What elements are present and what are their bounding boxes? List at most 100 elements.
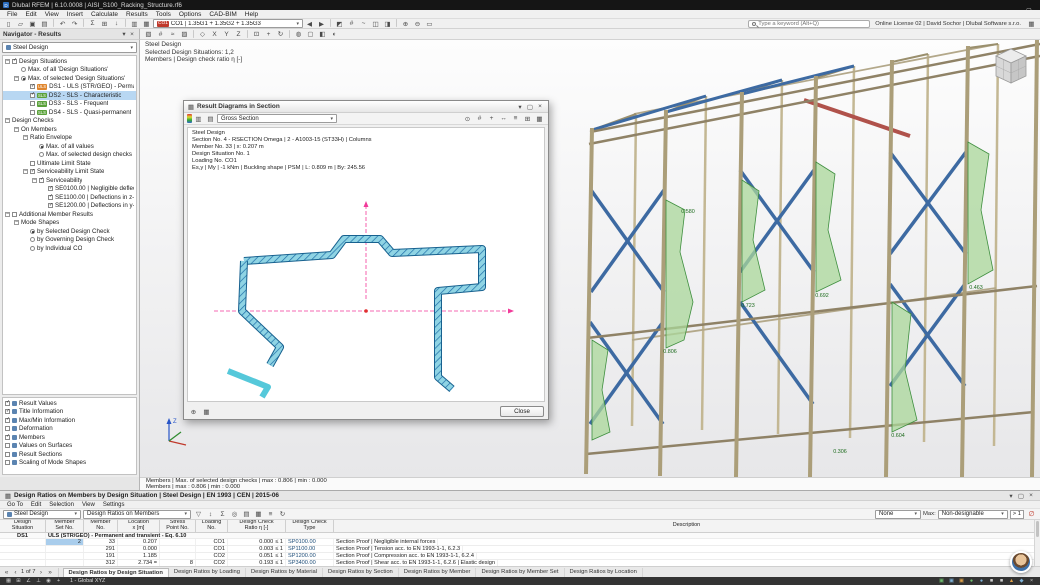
tables-toggle-icon[interactable]: ▦	[141, 19, 152, 28]
isometric-view-icon[interactable]: ◇	[197, 30, 208, 39]
next-loading-icon[interactable]: ▶	[316, 19, 327, 28]
table-column-header[interactable]: Location x [m]	[118, 520, 160, 533]
checkbox-icon[interactable]	[48, 195, 53, 200]
menu-item[interactable]: Help	[241, 11, 262, 18]
table-column-header[interactable]: Loading No.	[196, 520, 228, 533]
model-viewport[interactable]: Steel DesignSelected Design Situations: …	[140, 40, 1040, 477]
table-find-icon[interactable]: ◎	[229, 510, 240, 519]
view-toolbar-icon[interactable]	[247, 30, 248, 38]
menu-item[interactable]: Insert	[63, 11, 87, 18]
view-toolbar-icon[interactable]	[193, 30, 194, 38]
zoom-fit-icon[interactable]: ▭	[424, 19, 435, 28]
next-page-icon[interactable]: ›	[38, 568, 45, 577]
tree-item[interactable]: − Design Checks	[3, 117, 136, 126]
table-view-tab[interactable]: Design Ratios by Location	[565, 568, 643, 577]
checkbox-icon[interactable]	[30, 169, 35, 174]
expander-icon[interactable]: −	[5, 59, 10, 64]
open-file-icon[interactable]: ▱	[15, 19, 26, 28]
zoom-section-icon[interactable]: ⊕	[188, 407, 199, 416]
zoom-window-icon[interactable]: ⊡	[251, 30, 262, 39]
guidelines-icon[interactable]: +	[54, 578, 63, 585]
tree-item[interactable]: − Serviceability Limit State	[3, 168, 136, 177]
section-info-icon[interactable]: ≡	[510, 114, 521, 123]
table-row[interactable]: 291 0.000 CO1 0.003≤ 1 SP1100.00 Section…	[0, 546, 1040, 553]
save-icon[interactable]: ▣	[27, 19, 38, 28]
checkbox-icon[interactable]	[5, 435, 10, 440]
status-ok-icon[interactable]: ▣	[937, 578, 946, 585]
display-option-item[interactable]: Max/Min Information	[3, 416, 136, 425]
expander-icon[interactable]: −	[5, 212, 10, 217]
table-view-tab[interactable]: Design Ratios by Member Set	[476, 568, 564, 577]
stress-points-icon[interactable]: ⊙	[462, 114, 473, 123]
expander-icon[interactable]: −	[14, 127, 19, 132]
result-values-icon[interactable]: #	[346, 19, 357, 28]
new-model-icon[interactable]: ▯	[3, 19, 14, 28]
clipping-box-icon[interactable]: ▢	[305, 30, 316, 39]
menu-item[interactable]: Edit	[21, 11, 40, 18]
tree-item[interactable]: − Max. of selected 'Design Situations'	[3, 74, 136, 83]
table-row[interactable]: 2 33 0.207 CO1 0.000≤ 1 SP0100.00 Sectio…	[0, 539, 1040, 546]
menu-item[interactable]: CAD-BIM	[205, 11, 240, 18]
table-column-header[interactable]: Member Set No.	[46, 520, 84, 533]
status-box1-icon[interactable]: ■	[987, 578, 996, 585]
table-row[interactable]: 191 1.185 CO2 0.051≤ 1 SP1200.00 Section…	[0, 553, 1040, 560]
checkbox-icon[interactable]	[48, 203, 53, 208]
table-sort-icon[interactable]: ↕	[205, 510, 216, 519]
undo-icon[interactable]: ↶	[57, 19, 68, 28]
toolbar-icon[interactable]	[330, 19, 331, 27]
result-scale-icon[interactable]	[187, 114, 192, 123]
panel-menu-item[interactable]: Settings	[99, 502, 129, 508]
panel-menu-item[interactable]: Selection	[45, 502, 78, 508]
panel-dock-icon[interactable]: ▾	[1006, 491, 1016, 500]
panel-float-icon[interactable]: ▢	[1016, 491, 1026, 500]
load-combination-combo[interactable]: CO1 CO1 | 1.35G1 + 1.35G2 + 1.35G3	[153, 19, 303, 28]
tree-item[interactable]: − Serviceability	[3, 176, 136, 185]
expander-icon[interactable]: −	[23, 135, 28, 140]
checkbox-icon[interactable]	[30, 93, 35, 98]
checkbox-icon[interactable]	[5, 452, 10, 457]
mesh-icon[interactable]: ⊞	[99, 19, 110, 28]
expander-icon[interactable]: −	[23, 169, 28, 174]
navigation-cube[interactable]	[988, 43, 1034, 89]
pan-icon[interactable]: +	[263, 30, 274, 39]
coordinate-system-label[interactable]: 1 - Global XYZ	[64, 578, 111, 584]
ortho-icon[interactable]: ⊥	[34, 578, 43, 585]
section-axes-icon[interactable]: +	[486, 114, 497, 123]
checkbox-icon[interactable]	[39, 144, 44, 149]
exclude-icon[interactable]: ∅	[1026, 510, 1037, 519]
tree-item[interactable]: − Mode Shapes	[3, 219, 136, 228]
display-option-item[interactable]: Scaling of Mode Shapes	[3, 459, 136, 468]
previous-loading-icon[interactable]: ◀	[304, 19, 315, 28]
menu-item[interactable]: View	[41, 11, 63, 18]
result-diagrams-dialog[interactable]: ▦ Result Diagrams in Section ▾▢× ▥▤ Gros…	[183, 100, 549, 420]
panel-menu-item[interactable]: Go To	[3, 502, 27, 508]
status-diamond-icon[interactable]: ◆	[1017, 578, 1026, 585]
print-icon[interactable]: ▤	[39, 19, 50, 28]
checkbox-icon[interactable]	[30, 101, 35, 106]
object-snap-icon[interactable]: ◉	[44, 578, 53, 585]
status-tri-icon[interactable]: ▲	[1007, 578, 1016, 585]
table-column-header[interactable]: Design Check Type	[286, 520, 334, 533]
tree-item[interactable]: ULS DS1 - ULS (STR/GEO) - Permanent and …	[3, 83, 136, 92]
checkbox-icon[interactable]	[30, 237, 35, 242]
table-view-tab[interactable]: Design Ratios by Member	[399, 568, 477, 577]
checkbox-icon[interactable]	[39, 178, 44, 183]
table-settings-icon[interactable]: ≡	[265, 510, 276, 519]
expander-icon[interactable]: −	[14, 76, 19, 81]
calculate-icon[interactable]: Σ	[87, 19, 98, 28]
show-values-icon[interactable]: #	[155, 30, 166, 39]
checkbox-icon[interactable]	[5, 401, 10, 406]
result-colors-icon[interactable]: ▨	[179, 30, 190, 39]
table-column-header[interactable]: Stress Point No.	[160, 520, 196, 533]
toolbar-icon[interactable]	[125, 19, 126, 27]
menu-item[interactable]: Results	[122, 11, 152, 18]
results-navigator-icon[interactable]: ▧	[143, 30, 154, 39]
section-print-icon[interactable]: ▦	[534, 114, 545, 123]
status-dot-blue-icon[interactable]: ●	[977, 578, 986, 585]
checkbox-icon[interactable]	[5, 409, 10, 414]
toolbar-icon[interactable]	[83, 19, 84, 27]
panel-design-combo[interactable]: Steel Design	[3, 510, 81, 519]
tree-item[interactable]: Max. of selected design checks	[3, 151, 136, 160]
navigator-close-icon[interactable]: ×	[128, 30, 136, 39]
display-option-item[interactable]: Title Information	[3, 408, 136, 417]
